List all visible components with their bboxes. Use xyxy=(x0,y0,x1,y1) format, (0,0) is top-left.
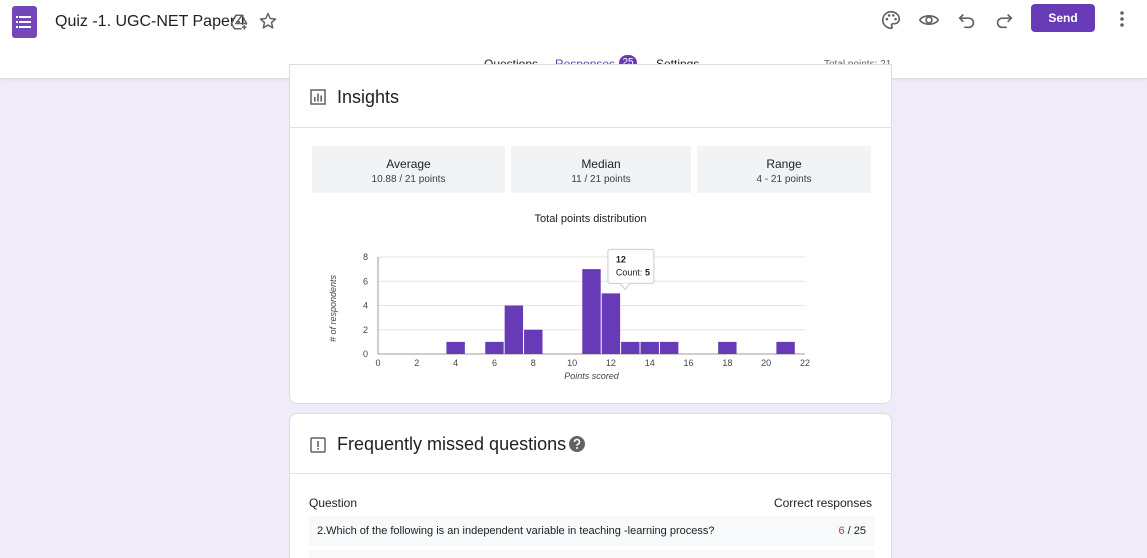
histogram-bar xyxy=(446,341,465,354)
tooltip-count: Count: 5 xyxy=(616,267,650,277)
x-tick-label: 20 xyxy=(761,358,771,368)
tooltip-pointer xyxy=(619,283,631,291)
y-tick-label: 4 xyxy=(363,301,368,311)
x-tick-label: 22 xyxy=(800,358,810,368)
histogram-bar xyxy=(485,341,504,354)
palette-icon[interactable] xyxy=(880,9,902,31)
preview-eye-icon[interactable] xyxy=(918,9,940,31)
histogram-bar xyxy=(524,329,543,354)
tooltip-title: 12 xyxy=(616,254,626,264)
redo-icon[interactable] xyxy=(993,9,1015,31)
x-tick-label: 8 xyxy=(531,358,536,368)
star-icon[interactable] xyxy=(258,11,278,31)
alert-icon xyxy=(310,437,326,453)
total-number: / 25 xyxy=(844,525,866,537)
x-tick-label: 6 xyxy=(492,358,497,368)
divider xyxy=(290,473,891,474)
missed-title: Frequently missed questions xyxy=(337,434,567,454)
y-tick-label: 2 xyxy=(363,325,368,335)
divider xyxy=(290,127,891,128)
question-text: 2.Which of the following is an independe… xyxy=(317,525,715,537)
histogram-bar xyxy=(582,269,601,354)
correct-count: 6 / 25 xyxy=(838,525,866,537)
stat-label: Median xyxy=(581,157,621,171)
x-tick-label: 2 xyxy=(414,358,419,368)
column-header-correct: Correct responses xyxy=(773,496,872,510)
table-row[interactable] xyxy=(309,550,874,558)
x-tick-label: 12 xyxy=(606,358,616,368)
histogram-bar xyxy=(601,293,621,354)
stat-label: Average xyxy=(386,157,431,171)
histogram-bar xyxy=(659,341,679,354)
y-tick-label: 0 xyxy=(363,349,368,359)
stat-value: 4 - 21 points xyxy=(756,174,812,185)
x-tick-label: 0 xyxy=(375,358,380,368)
histogram-bar xyxy=(621,341,640,354)
insights-title: Insights xyxy=(337,87,400,107)
tooltip-count-value: 5 xyxy=(645,267,650,277)
move-to-drive-icon[interactable] xyxy=(230,13,248,31)
chart-title: Total points distribution xyxy=(534,213,647,225)
stat-range: Range 4 - 21 points xyxy=(697,146,871,193)
x-tick-label: 18 xyxy=(722,358,732,368)
column-header-question: Question xyxy=(309,496,358,510)
bar-chart-icon xyxy=(310,89,326,105)
x-tick-label: 10 xyxy=(567,358,577,368)
stat-median: Median 11 / 21 points xyxy=(511,146,691,193)
points-distribution-chart: 0 2 4 6 8 0 2 4 6 8 10 12 14 16 18 20 22 Points scored # o… xyxy=(328,248,810,381)
y-axis-label: # of respondents xyxy=(328,274,338,342)
stat-value: 10.88 / 21 points xyxy=(371,174,446,185)
y-tick-label: 6 xyxy=(363,276,368,286)
undo-icon[interactable] xyxy=(956,9,978,31)
help-icon[interactable] xyxy=(568,435,586,453)
histogram-bar xyxy=(718,341,737,354)
histogram-bar xyxy=(640,341,659,354)
form-title[interactable]: Quiz -1. UGC-NET Paper-I xyxy=(55,13,245,31)
x-tick-label: 4 xyxy=(453,358,458,368)
insights-card: Insights Average 10.88 / 21 points Media… xyxy=(289,64,892,404)
x-axis-label: Points scored xyxy=(564,371,620,381)
x-tick-label: 16 xyxy=(684,358,694,368)
histogram-bar xyxy=(776,341,795,354)
send-button[interactable]: Send xyxy=(1031,4,1095,32)
y-tick-label: 8 xyxy=(363,252,368,262)
histogram-bar xyxy=(504,305,524,354)
more-options-icon[interactable] xyxy=(1114,9,1130,29)
tooltip-box xyxy=(607,248,655,284)
google-forms-logo[interactable] xyxy=(12,6,37,38)
stat-average: Average 10.88 / 21 points xyxy=(312,146,505,193)
x-tick-label: 14 xyxy=(645,358,655,368)
table-row[interactable]: 2.Which of the following is an independe… xyxy=(309,516,874,546)
frequently-missed-card: Frequently missed questions Question Cor… xyxy=(289,413,892,558)
stat-label: Range xyxy=(766,157,802,171)
stat-value: 11 / 21 points xyxy=(571,174,631,185)
